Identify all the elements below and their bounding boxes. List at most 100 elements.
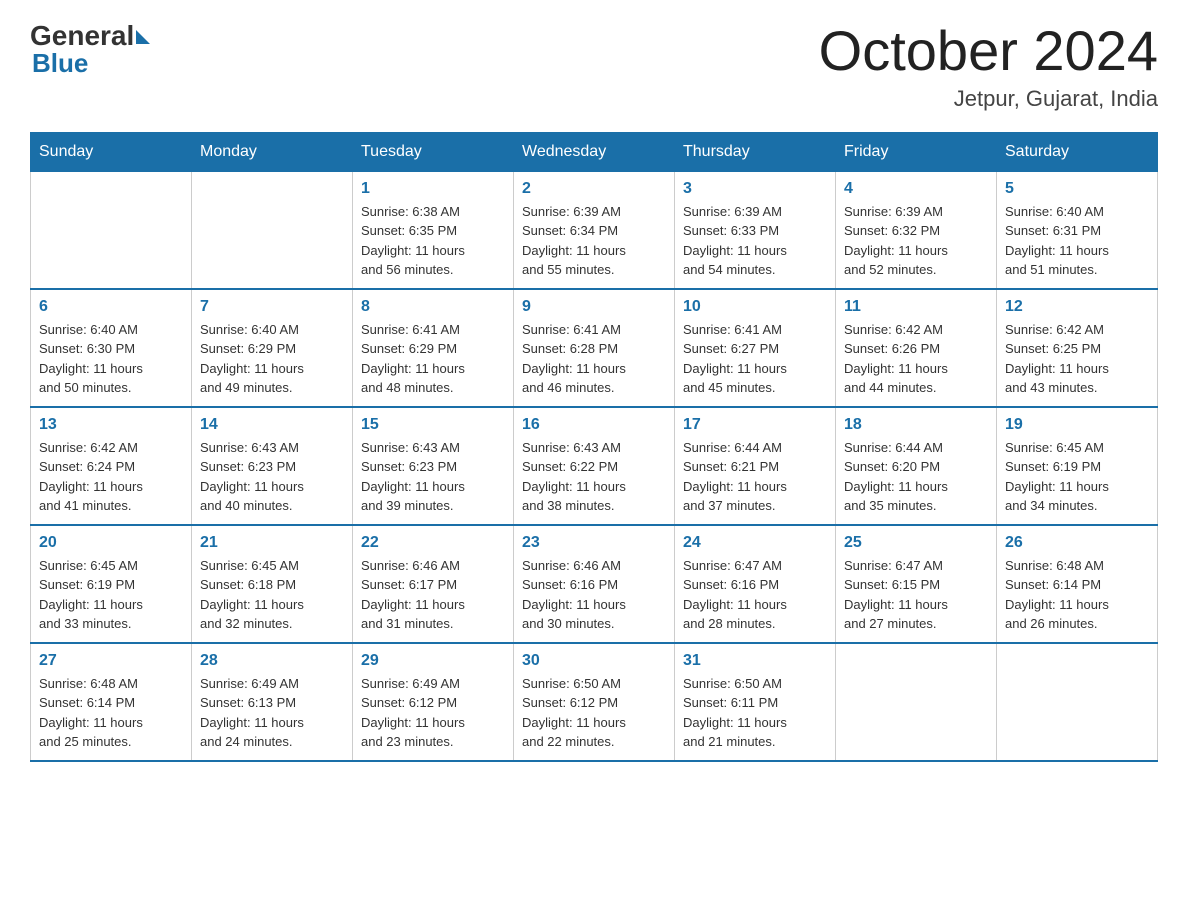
day-info: Sunrise: 6:50 AM Sunset: 6:11 PM Dayligh… <box>683 674 827 752</box>
day-number: 5 <box>1005 180 1149 198</box>
day-cell: 8 Sunrise: 6:41 AM Sunset: 6:29 PM Daylig… <box>353 289 514 407</box>
week-row-4: 20 Sunrise: 6:45 AM Sunset: 6:19 PM Dayli… <box>31 525 1158 643</box>
day-cell: 31 Sunrise: 6:50 AM Sunset: 6:11 PM Dayli… <box>675 643 836 761</box>
day-cell: 18Sunrise: 6:44 AM Sunset: 6:20 PM Dayli… <box>836 407 997 525</box>
calendar-header: SundayMondayTuesdayWednesdayThursdayFrid… <box>31 132 1158 171</box>
day-info: Sunrise: 6:38 AM Sunset: 6:35 PM Dayligh… <box>361 202 505 280</box>
day-number: 11 <box>844 298 988 316</box>
day-cell: 15 Sunrise: 6:43 AM Sunset: 6:23 PM Dayli… <box>353 407 514 525</box>
day-cell: 5 Sunrise: 6:40 AM Sunset: 6:31 PM Daylig… <box>997 171 1158 289</box>
day-number: 14 <box>200 416 344 434</box>
day-info: Sunrise: 6:40 AM Sunset: 6:30 PM Dayligh… <box>39 320 183 398</box>
day-info: Sunrise: 6:42 AM Sunset: 6:26 PM Dayligh… <box>844 320 988 398</box>
day-info: Sunrise: 6:43 AM Sunset: 6:23 PM Dayligh… <box>200 438 344 516</box>
day-info: Sunrise: 6:42 AM Sunset: 6:24 PM Dayligh… <box>39 438 183 516</box>
day-number: 12 <box>1005 298 1149 316</box>
day-info: Sunrise: 6:48 AM Sunset: 6:14 PM Dayligh… <box>1005 556 1149 634</box>
header-thursday: Thursday <box>675 132 836 171</box>
day-info: Sunrise: 6:40 AM Sunset: 6:31 PM Dayligh… <box>1005 202 1149 280</box>
day-cell: 17Sunrise: 6:44 AM Sunset: 6:21 PM Dayli… <box>675 407 836 525</box>
day-info: Sunrise: 6:41 AM Sunset: 6:27 PM Dayligh… <box>683 320 827 398</box>
day-cell: 28Sunrise: 6:49 AM Sunset: 6:13 PM Dayli… <box>192 643 353 761</box>
header-row: SundayMondayTuesdayWednesdayThursdayFrid… <box>31 132 1158 171</box>
day-cell: 24 Sunrise: 6:47 AM Sunset: 6:16 PM Dayli… <box>675 525 836 643</box>
day-info: Sunrise: 6:39 AM Sunset: 6:32 PM Dayligh… <box>844 202 988 280</box>
day-cell: 23 Sunrise: 6:46 AM Sunset: 6:16 PM Dayli… <box>514 525 675 643</box>
day-info: Sunrise: 6:45 AM Sunset: 6:18 PM Dayligh… <box>200 556 344 634</box>
day-cell: 22 Sunrise: 6:46 AM Sunset: 6:17 PM Dayli… <box>353 525 514 643</box>
day-number: 26 <box>1005 534 1149 552</box>
day-info: Sunrise: 6:43 AM Sunset: 6:22 PM Dayligh… <box>522 438 666 516</box>
day-info: Sunrise: 6:49 AM Sunset: 6:12 PM Dayligh… <box>361 674 505 752</box>
day-number: 25 <box>844 534 988 552</box>
day-number: 7 <box>200 298 344 316</box>
day-info: Sunrise: 6:47 AM Sunset: 6:16 PM Dayligh… <box>683 556 827 634</box>
day-number: 21 <box>200 534 344 552</box>
day-number: 6 <box>39 298 183 316</box>
day-info: Sunrise: 6:46 AM Sunset: 6:17 PM Dayligh… <box>361 556 505 634</box>
day-number: 15 <box>361 416 505 434</box>
day-info: Sunrise: 6:48 AM Sunset: 6:14 PM Dayligh… <box>39 674 183 752</box>
day-cell: 16Sunrise: 6:43 AM Sunset: 6:22 PM Dayli… <box>514 407 675 525</box>
day-cell: 30 Sunrise: 6:50 AM Sunset: 6:12 PM Dayli… <box>514 643 675 761</box>
logo-triangle-icon <box>136 30 150 44</box>
header-sunday: Sunday <box>31 132 192 171</box>
day-cell: 3 Sunrise: 6:39 AM Sunset: 6:33 PM Daylig… <box>675 171 836 289</box>
day-cell: 29 Sunrise: 6:49 AM Sunset: 6:12 PM Dayli… <box>353 643 514 761</box>
page-header: General Blue October 2024 Jetpur, Gujara… <box>30 20 1158 112</box>
day-number: 17 <box>683 416 827 434</box>
day-cell: 12Sunrise: 6:42 AM Sunset: 6:25 PM Dayli… <box>997 289 1158 407</box>
subtitle: Jetpur, Gujarat, India <box>819 86 1158 112</box>
day-cell: 26 Sunrise: 6:48 AM Sunset: 6:14 PM Dayli… <box>997 525 1158 643</box>
day-number: 19 <box>1005 416 1149 434</box>
day-info: Sunrise: 6:45 AM Sunset: 6:19 PM Dayligh… <box>1005 438 1149 516</box>
day-number: 29 <box>361 652 505 670</box>
day-cell: 1Sunrise: 6:38 AM Sunset: 6:35 PM Daylig… <box>353 171 514 289</box>
day-info: Sunrise: 6:41 AM Sunset: 6:28 PM Dayligh… <box>522 320 666 398</box>
day-number: 27 <box>39 652 183 670</box>
calendar-table: SundayMondayTuesdayWednesdayThursdayFrid… <box>30 132 1158 762</box>
day-cell <box>31 171 192 289</box>
week-row-2: 6 Sunrise: 6:40 AM Sunset: 6:30 PM Daylig… <box>31 289 1158 407</box>
day-cell: 14 Sunrise: 6:43 AM Sunset: 6:23 PM Dayli… <box>192 407 353 525</box>
day-number: 31 <box>683 652 827 670</box>
day-number: 28 <box>200 652 344 670</box>
day-cell: 19 Sunrise: 6:45 AM Sunset: 6:19 PM Dayli… <box>997 407 1158 525</box>
header-tuesday: Tuesday <box>353 132 514 171</box>
day-number: 24 <box>683 534 827 552</box>
header-monday: Monday <box>192 132 353 171</box>
day-cell <box>836 643 997 761</box>
day-info: Sunrise: 6:39 AM Sunset: 6:34 PM Dayligh… <box>522 202 666 280</box>
day-number: 18 <box>844 416 988 434</box>
day-number: 9 <box>522 298 666 316</box>
day-cell: 7Sunrise: 6:40 AM Sunset: 6:29 PM Daylig… <box>192 289 353 407</box>
day-cell: 6 Sunrise: 6:40 AM Sunset: 6:30 PM Daylig… <box>31 289 192 407</box>
week-row-1: 1Sunrise: 6:38 AM Sunset: 6:35 PM Daylig… <box>31 171 1158 289</box>
day-cell: 20 Sunrise: 6:45 AM Sunset: 6:19 PM Dayli… <box>31 525 192 643</box>
day-number: 8 <box>361 298 505 316</box>
day-info: Sunrise: 6:50 AM Sunset: 6:12 PM Dayligh… <box>522 674 666 752</box>
day-info: Sunrise: 6:43 AM Sunset: 6:23 PM Dayligh… <box>361 438 505 516</box>
day-cell: 13Sunrise: 6:42 AM Sunset: 6:24 PM Dayli… <box>31 407 192 525</box>
header-friday: Friday <box>836 132 997 171</box>
title-block: October 2024 Jetpur, Gujarat, India <box>819 20 1158 112</box>
day-cell: 9 Sunrise: 6:41 AM Sunset: 6:28 PM Daylig… <box>514 289 675 407</box>
week-row-3: 13Sunrise: 6:42 AM Sunset: 6:24 PM Dayli… <box>31 407 1158 525</box>
day-number: 3 <box>683 180 827 198</box>
day-info: Sunrise: 6:45 AM Sunset: 6:19 PM Dayligh… <box>39 556 183 634</box>
day-number: 22 <box>361 534 505 552</box>
header-saturday: Saturday <box>997 132 1158 171</box>
day-number: 23 <box>522 534 666 552</box>
day-info: Sunrise: 6:39 AM Sunset: 6:33 PM Dayligh… <box>683 202 827 280</box>
day-cell: 21 Sunrise: 6:45 AM Sunset: 6:18 PM Dayli… <box>192 525 353 643</box>
day-info: Sunrise: 6:41 AM Sunset: 6:29 PM Dayligh… <box>361 320 505 398</box>
day-cell: 2Sunrise: 6:39 AM Sunset: 6:34 PM Daylig… <box>514 171 675 289</box>
day-cell: 4Sunrise: 6:39 AM Sunset: 6:32 PM Daylig… <box>836 171 997 289</box>
day-number: 20 <box>39 534 183 552</box>
day-cell: 11 Sunrise: 6:42 AM Sunset: 6:26 PM Dayli… <box>836 289 997 407</box>
day-info: Sunrise: 6:47 AM Sunset: 6:15 PM Dayligh… <box>844 556 988 634</box>
week-row-5: 27 Sunrise: 6:48 AM Sunset: 6:14 PM Dayli… <box>31 643 1158 761</box>
day-number: 30 <box>522 652 666 670</box>
main-title: October 2024 <box>819 20 1158 82</box>
day-info: Sunrise: 6:46 AM Sunset: 6:16 PM Dayligh… <box>522 556 666 634</box>
